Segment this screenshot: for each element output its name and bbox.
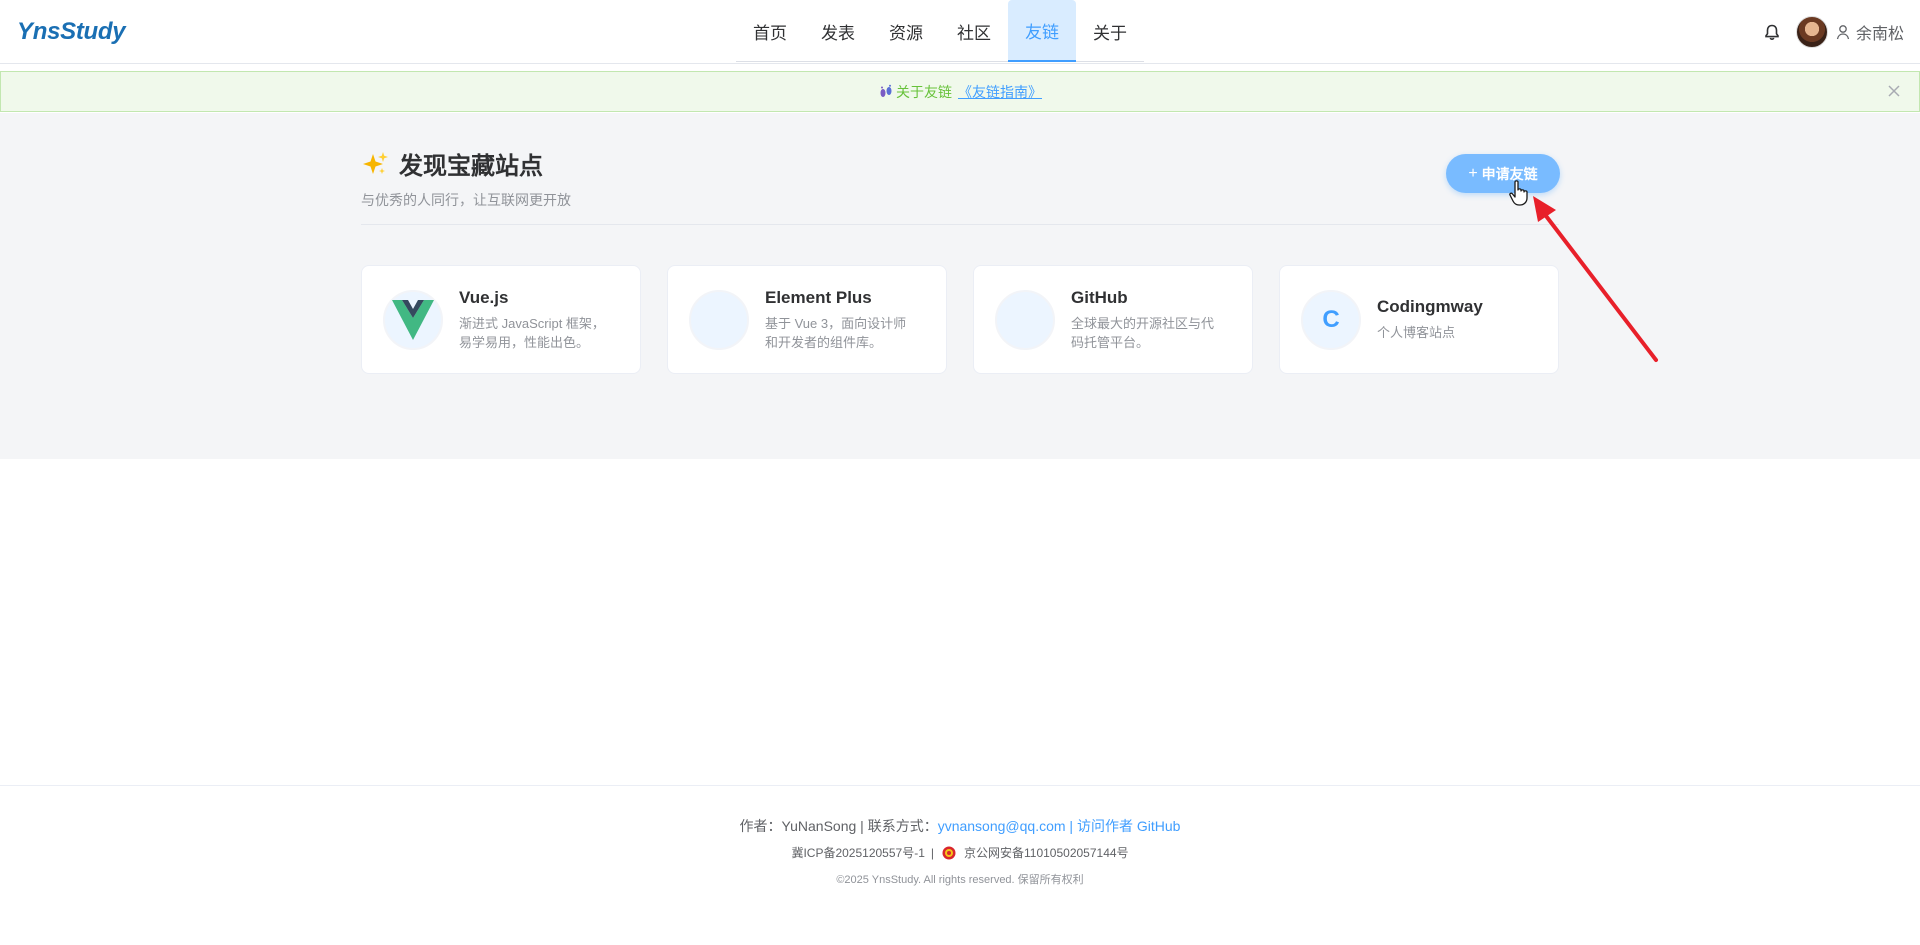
- card-body: Vue.js 渐进式 JavaScript 框架，易学易用，性能出色。: [459, 288, 609, 352]
- element-plus-logo-icon: [689, 289, 749, 350]
- nav-publish[interactable]: 发表: [804, 0, 872, 62]
- friend-link-card-vuejs[interactable]: Vue.js 渐进式 JavaScript 框架，易学易用，性能出色。: [361, 265, 641, 374]
- footprints-icon: [878, 84, 894, 100]
- footer-author: 作者：YuNanSong | 联系方式：: [739, 818, 938, 834]
- footer-copyright: ©2025 YnsStudy. All rights reserved. 保留所…: [836, 874, 1084, 886]
- card-body: Codingmway 个人博客站点: [1377, 297, 1527, 342]
- friend-link-alert: 关于友链 《友链指南》: [0, 71, 1920, 112]
- card-name: GitHub: [1071, 287, 1128, 307]
- nav-resources[interactable]: 资源: [872, 0, 940, 62]
- title-row: 发现宝藏站点: [361, 146, 543, 181]
- page-footer: 作者：YuNanSong | 联系方式：yvnansong@qq.com | 访…: [0, 785, 1920, 945]
- page-title: 发现宝藏站点: [399, 153, 543, 180]
- footer-separator: |: [1065, 818, 1077, 834]
- user-icon: [1836, 24, 1850, 40]
- bell-icon[interactable]: [1762, 22, 1782, 42]
- friend-link-guide-link[interactable]: 《友链指南》: [958, 82, 1042, 102]
- footer-author-line: 作者：YuNanSong | 联系方式：yvnansong@qq.com | 访…: [0, 816, 1920, 836]
- nav-community[interactable]: 社区: [940, 0, 1008, 62]
- card-name: Vue.js: [459, 287, 509, 307]
- icp-separator: |: [930, 845, 934, 860]
- police-record-link[interactable]: 京公网安备11010502057144号: [964, 844, 1129, 861]
- card-body: GitHub 全球最大的开源社区与代码托管平台。: [1071, 288, 1221, 352]
- friend-link-card-codingmway[interactable]: C Codingmway 个人博客站点: [1279, 265, 1559, 374]
- alert-text: 关于友链: [896, 83, 952, 100]
- apply-friend-link-button[interactable]: + 申请友链: [1446, 154, 1560, 193]
- site-logo[interactable]: YnsStudy: [17, 18, 126, 46]
- nav-friend-links[interactable]: 友链: [1008, 0, 1076, 62]
- police-badge-icon: [942, 846, 956, 860]
- top-header: YnsStudy 首页 发表 资源 社区 友链 关于 余南松: [0, 0, 1920, 64]
- main-content: 发现宝藏站点 与优秀的人同行，让互联网更开放 + 申请友链 Vue.js 渐进式…: [0, 113, 1920, 459]
- card-desc: 基于 Vue 3，面向设计师和开发者的组件库。: [765, 315, 907, 350]
- page-subtitle: 与优秀的人同行，让互联网更开放: [361, 192, 571, 208]
- main-nav: 首页 发表 资源 社区 友链 关于: [736, 0, 1144, 62]
- footer-email-link[interactable]: yvnansong@qq.com: [938, 818, 1066, 834]
- apply-button-label: 申请友链: [1481, 165, 1538, 182]
- card-name: Element Plus: [765, 287, 872, 307]
- card-desc: 全球最大的开源社区与代码托管平台。: [1071, 315, 1215, 350]
- avatar[interactable]: [1795, 16, 1828, 48]
- friend-link-card-element-plus[interactable]: Element Plus 基于 Vue 3，面向设计师和开发者的组件库。: [667, 265, 947, 374]
- close-icon[interactable]: [1887, 84, 1901, 98]
- header-user-area: 余南松: [1762, 16, 1904, 48]
- card-desc: 个人博客站点: [1377, 325, 1456, 340]
- friend-link-cards: Vue.js 渐进式 JavaScript 框架，易学易用，性能出色。 Elem…: [361, 265, 1559, 374]
- nav-home[interactable]: 首页: [736, 0, 804, 62]
- footer-github-link[interactable]: 访问作者 GitHub: [1077, 818, 1180, 834]
- github-logo-icon: [995, 289, 1055, 350]
- card-desc: 渐进式 JavaScript 框架，易学易用，性能出色。: [459, 315, 605, 350]
- codingmway-logo: C: [1301, 289, 1361, 350]
- icp-link[interactable]: 冀ICP备2025120557号-1: [791, 844, 924, 861]
- vue-logo-icon: [383, 289, 443, 350]
- username[interactable]: 余南松: [1856, 20, 1904, 44]
- friend-link-card-github[interactable]: GitHub 全球最大的开源社区与代码托管平台。: [973, 265, 1253, 374]
- divider: [361, 224, 1559, 225]
- plus-icon: +: [1468, 164, 1478, 182]
- footer-icp-line: 冀ICP备2025120557号-1 | 京公网安备11010502057144…: [0, 844, 1920, 861]
- nav-about[interactable]: 关于: [1076, 0, 1144, 62]
- sparkles-icon: [361, 150, 389, 178]
- card-name: Codingmway: [1377, 297, 1483, 316]
- card-body: Element Plus 基于 Vue 3，面向设计师和开发者的组件库。: [765, 288, 915, 352]
